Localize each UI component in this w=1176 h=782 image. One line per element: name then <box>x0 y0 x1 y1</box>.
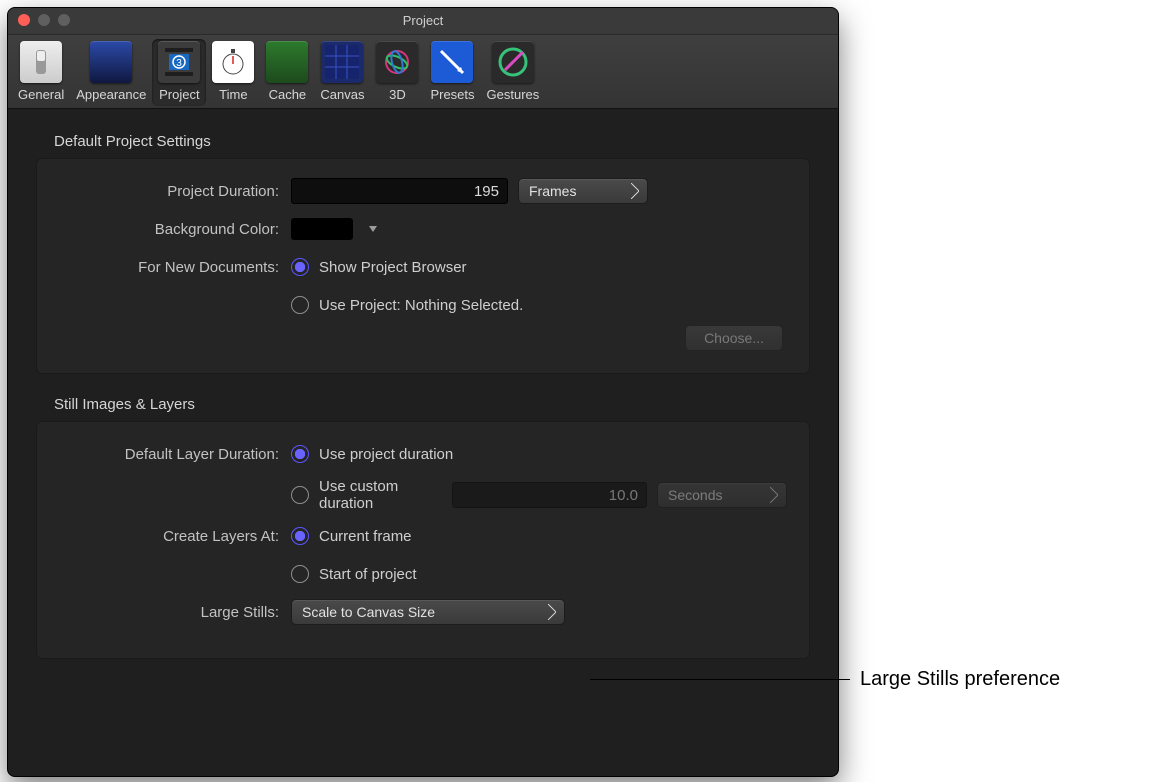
filmstrip-icon: 3 <box>158 41 200 83</box>
radio-label: Use Project: Nothing Selected. <box>319 297 523 314</box>
radio-show-project-browser[interactable] <box>291 258 309 276</box>
label-create-layers-at: Create Layers At: <box>59 528 291 545</box>
tab-time[interactable]: Time <box>206 39 260 106</box>
tab-3d[interactable]: 3D <box>370 39 424 106</box>
tab-label: Gestures <box>487 87 540 102</box>
minimize-icon[interactable] <box>38 14 50 26</box>
project-duration-unit-popup[interactable]: Frames <box>518 178 648 204</box>
radio-label: Start of project <box>319 566 417 583</box>
tab-label: Appearance <box>76 87 146 102</box>
large-stills-popup[interactable]: Scale to Canvas Size <box>291 599 565 625</box>
radio-start-of-project[interactable] <box>291 565 309 583</box>
radio-label: Current frame <box>319 528 412 545</box>
zoom-icon[interactable] <box>58 14 70 26</box>
close-icon[interactable] <box>18 14 30 26</box>
radio-use-project-duration[interactable] <box>291 445 309 463</box>
label-layer-duration: Default Layer Duration: <box>59 446 291 463</box>
popup-value: Frames <box>529 183 576 199</box>
radio-label: Use custom duration <box>319 478 442 512</box>
content-area: Default Project Settings Project Duratio… <box>8 109 838 697</box>
project-duration-input[interactable] <box>291 178 508 204</box>
globe-icon <box>376 41 418 83</box>
appearance-icon <box>90 41 132 83</box>
background-color-swatch[interactable] <box>291 218 353 240</box>
custom-duration-unit-popup[interactable]: Seconds <box>657 482 787 508</box>
radio-use-custom-duration[interactable] <box>291 486 309 504</box>
tab-label: Presets <box>430 87 474 102</box>
tab-appearance[interactable]: Appearance <box>70 39 152 106</box>
radio-label: Show Project Browser <box>319 259 467 276</box>
radio-label: Use project duration <box>319 446 453 463</box>
label-background-color: Background Color: <box>59 221 291 238</box>
panel-stills: Default Layer Duration: Use project dura… <box>36 421 810 659</box>
tab-gestures[interactable]: Gestures <box>481 39 546 106</box>
switch-icon <box>20 41 62 83</box>
section-title-stills: Still Images & Layers <box>54 396 810 413</box>
presets-icon <box>431 41 473 83</box>
stopwatch-icon <box>212 41 254 83</box>
popup-value: Seconds <box>668 487 722 503</box>
preferences-window: Project General Appearance 3 Project Tim… <box>7 7 839 777</box>
preferences-toolbar: General Appearance 3 Project Time Cache <box>8 35 838 109</box>
tab-canvas[interactable]: Canvas <box>314 39 370 106</box>
custom-duration-input[interactable] <box>452 482 647 508</box>
titlebar: Project <box>8 8 838 35</box>
tab-label: Canvas <box>320 87 364 102</box>
svg-text:3: 3 <box>177 58 183 69</box>
choose-button[interactable]: Choose... <box>685 325 783 351</box>
callout-text: Large Stills preference <box>860 668 1060 691</box>
label-new-documents: For New Documents: <box>59 259 291 276</box>
window-controls <box>18 14 70 26</box>
panel-default-project: Project Duration: Frames Background Colo… <box>36 158 810 374</box>
memory-icon <box>266 41 308 83</box>
radio-use-project[interactable] <box>291 296 309 314</box>
popup-value: Scale to Canvas Size <box>302 604 435 620</box>
tab-presets[interactable]: Presets <box>424 39 480 106</box>
tab-general[interactable]: General <box>12 39 70 106</box>
tab-project[interactable]: 3 Project <box>152 39 206 106</box>
tab-label: Project <box>159 87 199 102</box>
tab-label: General <box>18 87 64 102</box>
tab-label: Time <box>219 87 247 102</box>
grid-icon <box>321 41 363 83</box>
label-large-stills: Large Stills: <box>59 604 291 621</box>
tab-cache[interactable]: Cache <box>260 39 314 106</box>
window-title: Project <box>403 13 443 28</box>
tab-label: Cache <box>269 87 307 102</box>
chevron-down-icon[interactable] <box>369 226 377 232</box>
tab-label: 3D <box>389 87 406 102</box>
radio-current-frame[interactable] <box>291 527 309 545</box>
pen-icon <box>492 41 534 83</box>
label-project-duration: Project Duration: <box>59 183 291 200</box>
section-title-default-project: Default Project Settings <box>54 133 810 150</box>
